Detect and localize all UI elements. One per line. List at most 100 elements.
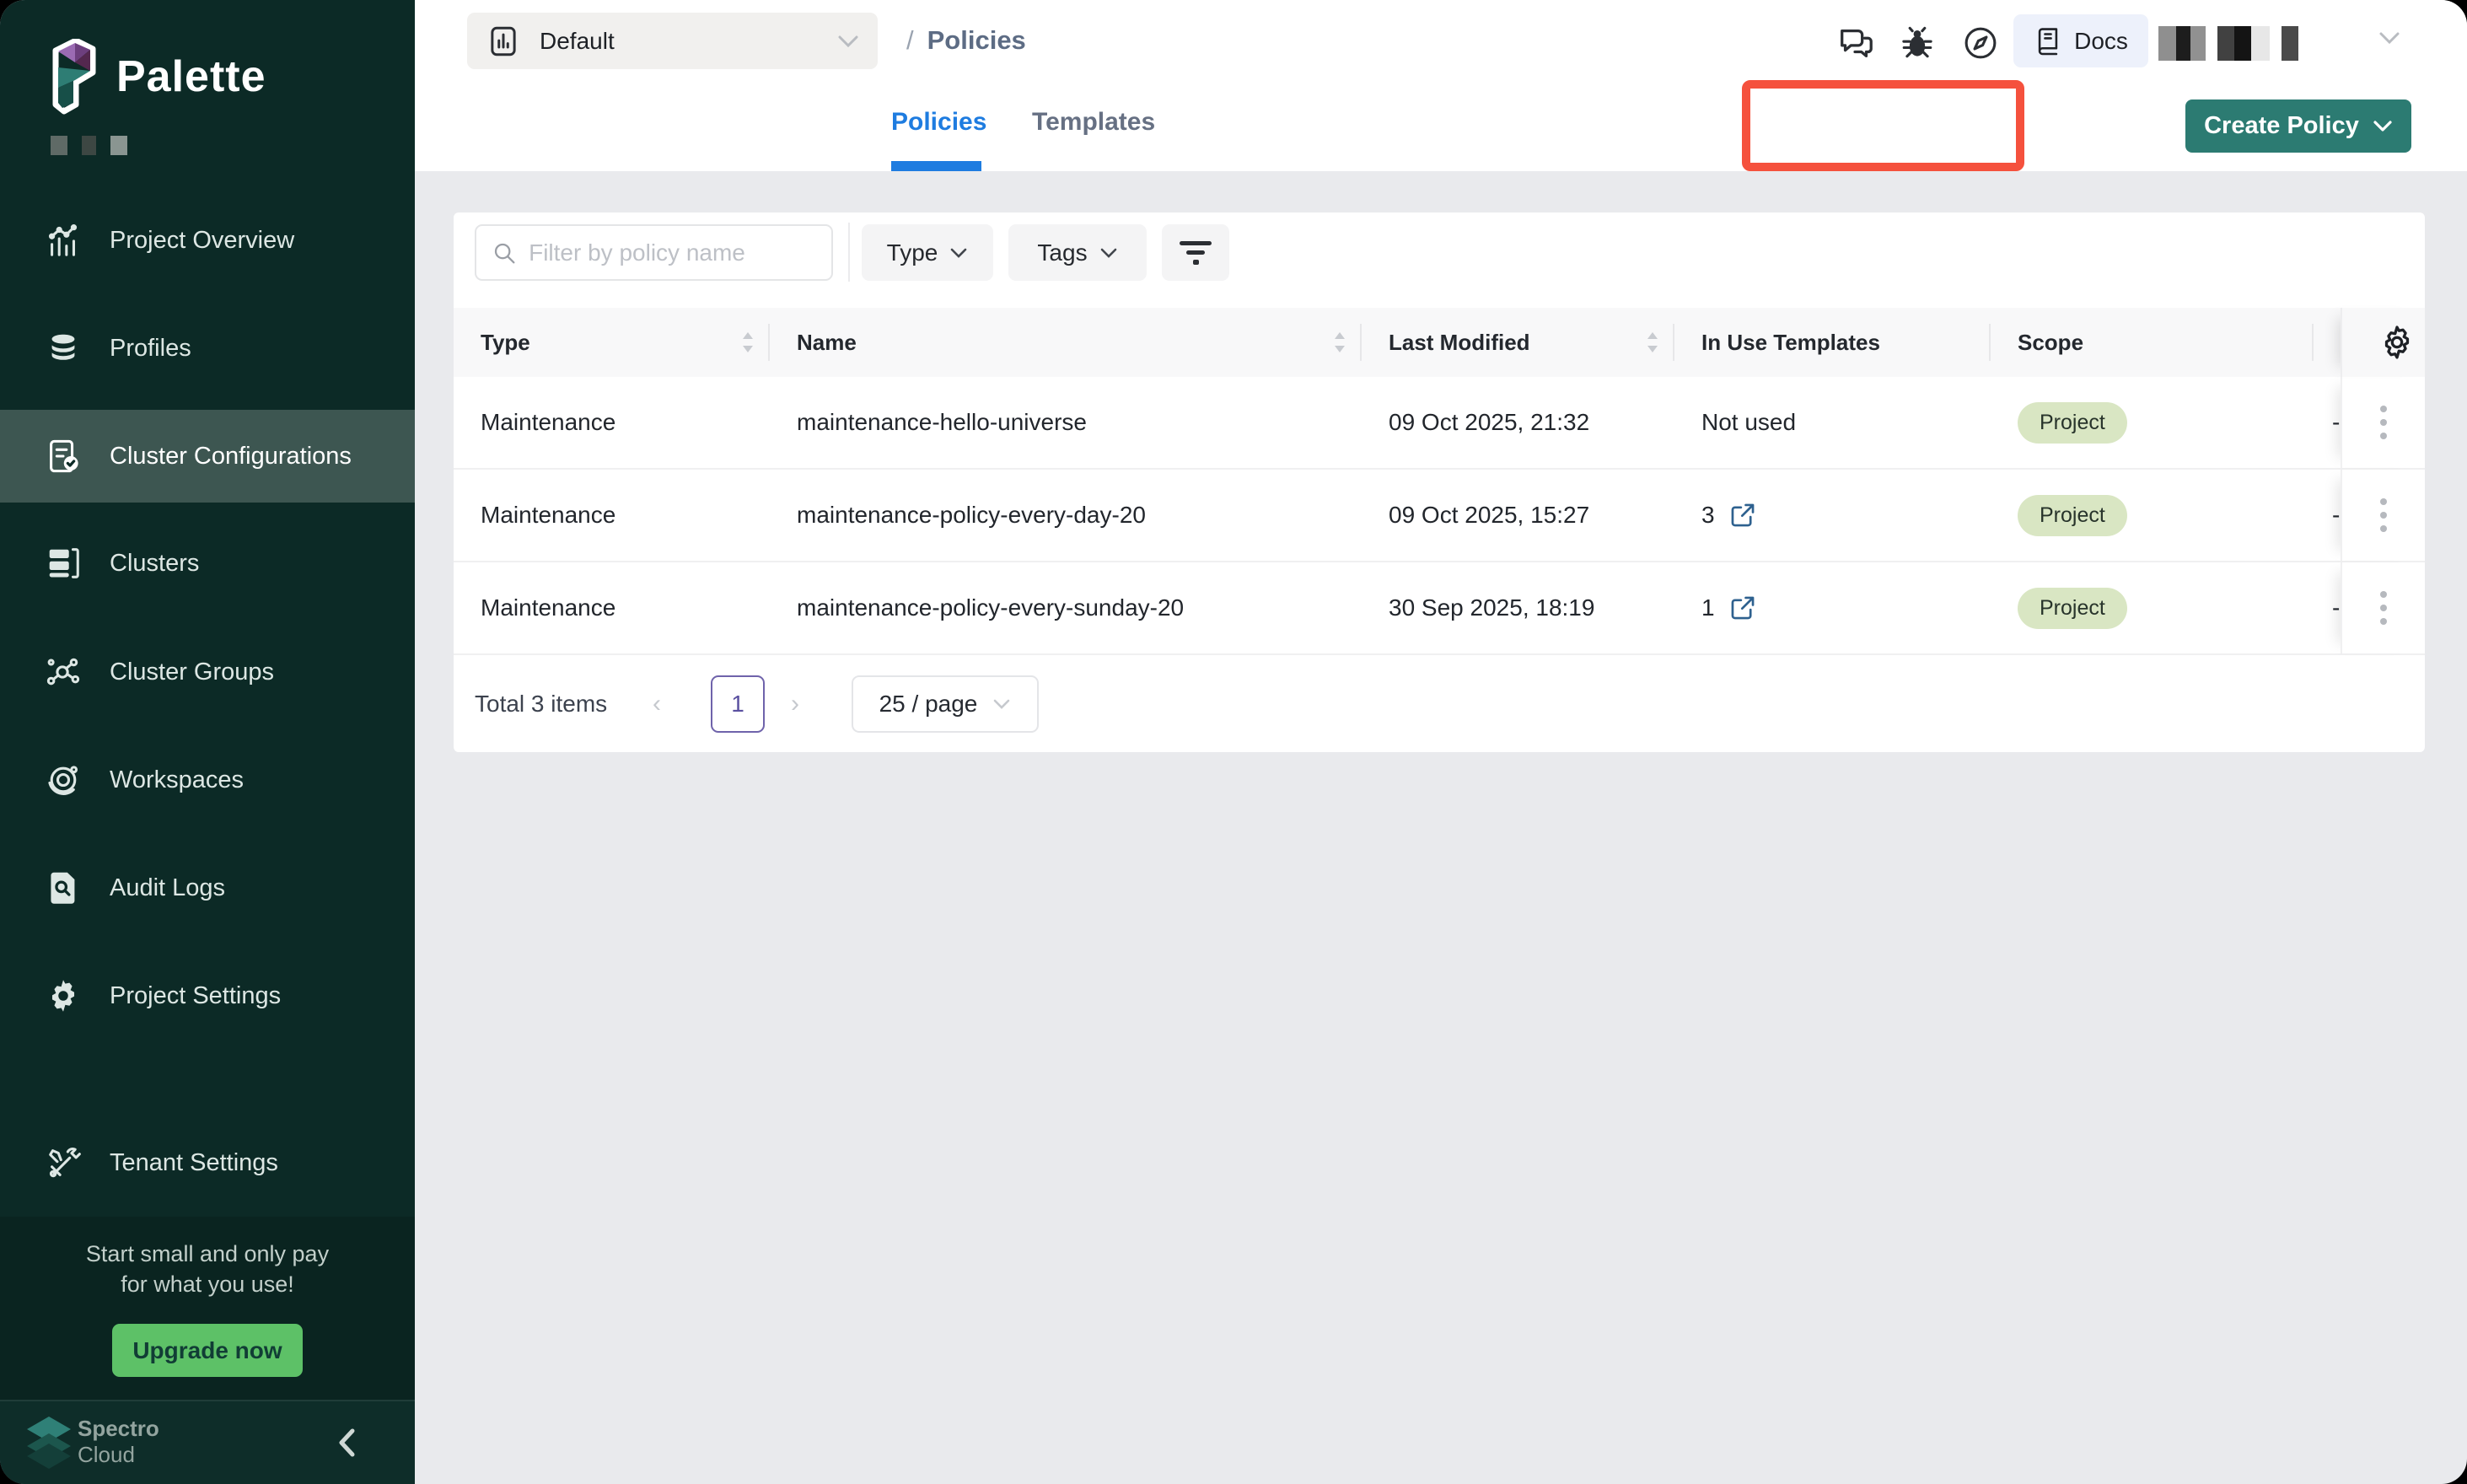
page-size-selector[interactable]: 25 / page: [852, 675, 1039, 733]
project-selector-dropdown[interactable]: Default: [467, 13, 878, 69]
sort-icon[interactable]: [741, 331, 755, 353]
cell-in-use-templates: 1: [1674, 562, 1991, 653]
row-actions-menu-button[interactable]: [2371, 395, 2396, 449]
column-header-in-use-templates: In Use Templates: [1674, 308, 1991, 377]
sort-icon[interactable]: [1333, 331, 1346, 353]
upgrade-now-button[interactable]: Upgrade now: [112, 1324, 303, 1377]
sidebar-item-audit-logs[interactable]: Audit Logs: [0, 841, 415, 934]
external-link-icon[interactable]: [1728, 501, 1757, 530]
cell-policy-name[interactable]: maintenance-policy-every-day-20: [770, 470, 1362, 561]
sidebar-redacted-text: [51, 136, 127, 155]
table-row[interactable]: Maintenance maintenance-hello-universe 0…: [454, 377, 2425, 470]
book-icon: [2034, 25, 2062, 57]
type-filter-dropdown[interactable]: Type: [862, 224, 993, 281]
pagination-prev-button[interactable]: ‹: [653, 690, 661, 718]
search-input[interactable]: [529, 239, 816, 266]
pagination-bar: Total 3 items ‹ 1 › 25 / page: [454, 655, 2425, 752]
upsell-panel: Start small and only pay for what you us…: [0, 1217, 415, 1400]
tags-filter-dropdown[interactable]: Tags: [1008, 224, 1147, 281]
doc-search-icon: [44, 868, 83, 907]
cell-truncated: -: [2314, 562, 2341, 653]
scope-badge: Project: [2018, 402, 2127, 444]
column-header-type[interactable]: Type: [454, 308, 770, 377]
feedback-button[interactable]: [1835, 22, 1877, 64]
cell-scope: Project: [1991, 470, 2314, 561]
pagination-next-button[interactable]: ›: [791, 690, 799, 718]
column-header-name[interactable]: Name: [770, 308, 1362, 377]
tools-icon: [44, 1143, 83, 1182]
three-dots-icon: [2379, 497, 2388, 534]
gear-icon: [2378, 324, 2416, 361]
toolbar-divider: [848, 223, 850, 282]
pagination-page-1[interactable]: 1: [711, 675, 765, 733]
redaction-block: [2158, 26, 2176, 61]
compass-icon: [1962, 24, 1999, 62]
chevron-down-icon: [949, 247, 968, 259]
sidebar-item-cluster-groups[interactable]: Cluster Groups: [0, 626, 415, 718]
table-settings-button[interactable]: [2370, 315, 2424, 369]
tab-templates[interactable]: Templates: [1032, 108, 1155, 137]
tab-policies[interactable]: Policies: [891, 108, 986, 137]
chevron-down-icon: [837, 35, 859, 48]
redaction-block: [2234, 26, 2251, 61]
table-row[interactable]: Maintenance maintenance-policy-every-sun…: [454, 562, 2425, 655]
cell-in-use-templates: 3: [1674, 470, 1991, 561]
chat-bubbles-icon: [1836, 24, 1875, 62]
active-tab-indicator: [891, 161, 981, 171]
breadcrumb-current[interactable]: Policies: [927, 25, 1026, 56]
bug-icon: [1899, 24, 1936, 62]
redaction-block: [82, 136, 96, 155]
sidebar-item-tenant-settings[interactable]: Tenant Settings: [0, 1116, 415, 1209]
top-header: Default / Policies Docs Policies Templat…: [415, 0, 2467, 171]
docs-button[interactable]: Docs: [2013, 14, 2148, 67]
layers-icon: [44, 329, 83, 368]
sidebar-item-profiles[interactable]: Profiles: [0, 302, 415, 395]
sidebar-item-cluster-configurations[interactable]: Cluster Configurations: [0, 410, 415, 503]
cell-policy-name[interactable]: maintenance-hello-universe: [770, 377, 1362, 468]
cell-policy-name[interactable]: maintenance-policy-every-sunday-20: [770, 562, 1362, 653]
search-icon: [492, 239, 517, 267]
pagination-total: Total 3 items: [475, 691, 607, 718]
create-policy-button[interactable]: Create Policy: [2185, 99, 2411, 153]
project-selector-value: Default: [540, 28, 819, 55]
table-row[interactable]: Maintenance maintenance-policy-every-day…: [454, 470, 2425, 562]
cell-last-modified: 30 Sep 2025, 18:19: [1362, 562, 1674, 653]
row-actions-menu-button[interactable]: [2371, 488, 2396, 542]
sidebar-item-project-overview[interactable]: Project Overview: [0, 194, 415, 287]
doc-check-icon: [44, 437, 83, 476]
more-filters-button[interactable]: [1162, 224, 1229, 281]
sidebar-item-workspaces[interactable]: Workspaces: [0, 734, 415, 826]
app-window: Palette Project Overview Profiles Cluste…: [0, 0, 2467, 1484]
cell-last-modified: 09 Oct 2025, 21:32: [1362, 377, 1674, 468]
redaction-block: [2176, 26, 2190, 61]
chevron-down-icon: [2378, 30, 2401, 46]
sort-icon[interactable]: [1646, 331, 1659, 353]
row-actions-menu-button[interactable]: [2371, 581, 2396, 635]
column-header-last-modified[interactable]: Last Modified: [1362, 308, 1674, 377]
sidebar-item-project-settings[interactable]: Project Settings: [0, 949, 415, 1042]
cell-truncated: -: [2314, 377, 2341, 468]
scope-badge: Project: [2018, 495, 2127, 536]
three-dots-icon: [2379, 589, 2388, 626]
user-menu-chevron[interactable]: [2378, 30, 2401, 46]
cell-type: Maintenance: [454, 470, 770, 561]
explore-button[interactable]: [1959, 22, 2002, 64]
sidebar-collapse-button[interactable]: [334, 1422, 371, 1464]
policy-search-field[interactable]: [475, 224, 833, 281]
three-dots-icon: [2379, 404, 2388, 441]
cell-type: Maintenance: [454, 562, 770, 653]
cell-truncated: -: [2314, 470, 2341, 561]
app-title: Palette: [116, 51, 266, 102]
redaction-block: [110, 136, 127, 155]
docs-label: Docs: [2074, 28, 2128, 55]
external-link-icon[interactable]: [1728, 594, 1757, 622]
spectro-cloud-brand: Spectro Cloud: [78, 1415, 159, 1467]
scope-badge: Project: [2018, 588, 2127, 629]
nodes-icon: [44, 653, 83, 691]
cell-actions: [2341, 562, 2425, 653]
cell-type: Maintenance: [454, 377, 770, 468]
sidebar-item-clusters[interactable]: Clusters: [0, 517, 415, 610]
chevron-down-icon: [2373, 120, 2393, 132]
report-bug-button[interactable]: [1896, 22, 1938, 64]
cell-actions: [2341, 470, 2425, 561]
